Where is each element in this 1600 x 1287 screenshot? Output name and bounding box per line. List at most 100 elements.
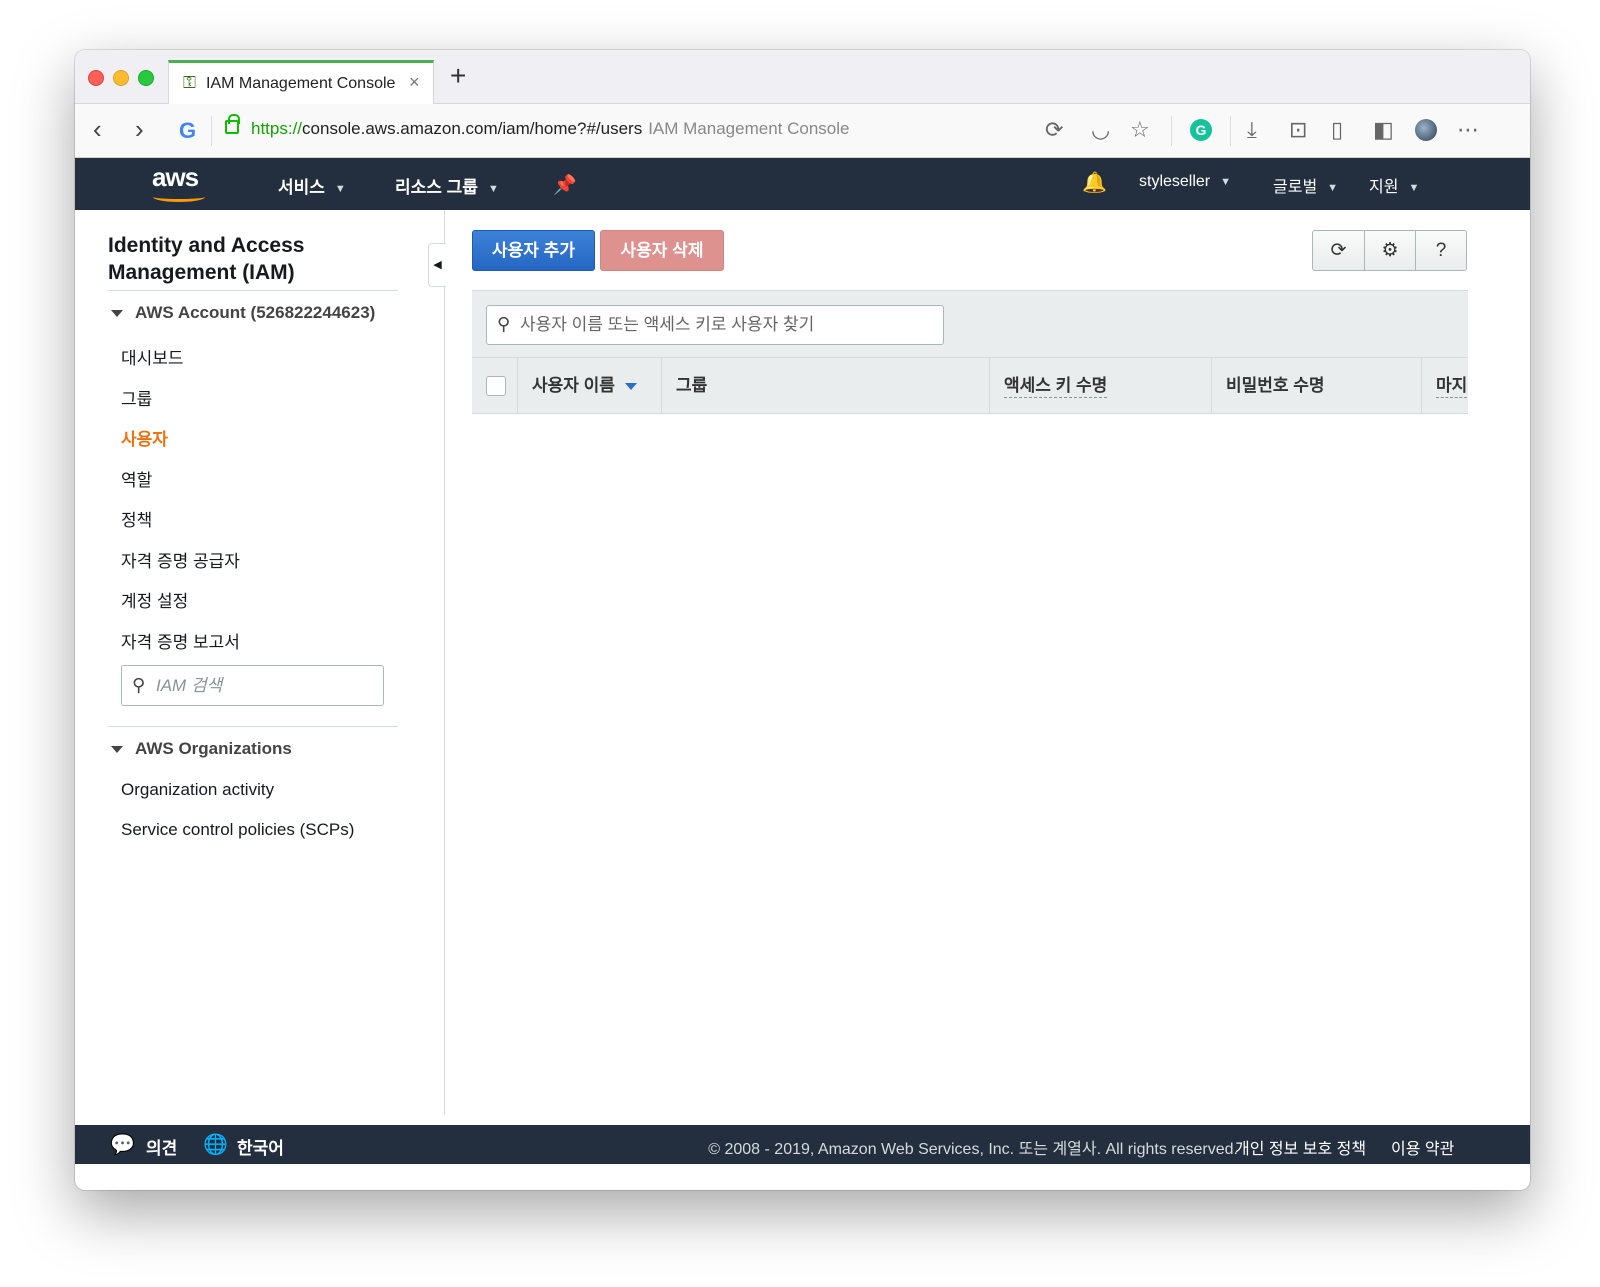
url-scheme: https:// [251,119,303,138]
pocket-icon[interactable]: ◡ [1091,118,1110,142]
aws-top-nav: aws 서비스 ▼ 리소스 그룹 ▼ 📌 🔔 styleseller ▼ 글로벌 ▼ 지… [75,158,1530,210]
language-selector[interactable]: 한국어 [237,1134,284,1159]
select-all-checkbox[interactable] [486,376,506,396]
back-icon[interactable]: ‹ [93,116,102,142]
table-header: 사용자 이름 그룹 액세스 키 수명 비밀번호 수명 마지 [472,357,1468,415]
select-all-cell [472,358,518,414]
services-label: 서비스 [278,178,325,197]
copyright-text: © 2008 - 2019, Amazon Web Services, Inc.… [708,1141,1238,1158]
sidebar-icon[interactable]: ◧ [1373,118,1394,142]
users-panel: 사용자 추가 사용자 삭제 ⟳ ⚙ ? ⚲ 사용자 이름 그룹 액세스 키 수 [446,210,1530,1115]
aws-logo[interactable]: aws [152,162,199,193]
new-tab-icon[interactable]: + [450,62,466,90]
column-user-name[interactable]: 사용자 이름 [518,358,662,414]
browser-window: ⚿ IAM Management Console × + ‹ › G https… [75,50,1530,1190]
chevron-down-icon: ▼ [334,182,346,195]
download-icon[interactable]: ⤓ [1247,118,1257,142]
privacy-policy-link[interactable]: 개인 정보 보호 정책 [1235,1135,1366,1159]
sidebar-item-account-settings[interactable]: 계정 설정 [121,587,188,612]
support-label: 지원 [1369,179,1399,196]
sidebar-item-organization-activity[interactable]: Organization activity [121,780,274,800]
globe-icon: 🌐 [203,1134,228,1156]
sidebar-item-roles[interactable]: 역할 [121,466,152,491]
feedback-link[interactable]: 의견 [146,1134,177,1159]
region-menu[interactable]: 글로벌 ▼ [1273,173,1338,197]
sidebar-title: Identity and Access Management (IAM) [108,234,305,284]
column-access-key-age[interactable]: 액세스 키 수명 [990,358,1212,414]
users-table: ⚲ 사용자 이름 그룹 액세스 키 수명 비밀번호 수명 마지 [472,290,1468,414]
account-label: styleseller [1139,173,1211,190]
iam-search-input[interactable] [156,666,381,705]
collapse-sidebar-button[interactable]: ◀ [428,243,446,287]
sidebar-item-groups[interactable]: 그룹 [121,385,152,410]
grammarly-icon[interactable]: G [1190,119,1212,141]
user-search-box: ⚲ [486,305,944,345]
console-footer: 💬 의견 🌐 한국어 © 2008 - 2019, Amazon Web Ser… [75,1125,1530,1164]
sort-desc-icon [624,383,637,391]
user-search-input[interactable] [520,306,940,344]
close-tab-icon[interactable]: × [409,72,420,93]
help-icon[interactable]: ? [1415,231,1466,270]
minimize-window-button[interactable] [113,70,129,86]
support-menu[interactable]: 지원 ▼ [1369,173,1419,197]
resource-groups-label: 리소스 그룹 [395,178,478,197]
profile-avatar[interactable] [1415,119,1437,141]
url-path: console.aws.amazon.com/iam/home?#/users [302,119,643,138]
reader-icon[interactable]: ▯ [1331,118,1343,142]
sidebar-item-policies[interactable]: 정책 [121,506,152,531]
close-window-button[interactable] [88,70,104,86]
gear-icon[interactable]: ⚙ [1364,231,1415,270]
chevron-down-icon: ▼ [1327,181,1339,194]
url-toolbar: ‹ › G https://console.aws.amazon.com/iam… [75,104,1530,158]
caret-down-icon [111,746,123,754]
add-user-button[interactable]: 사용자 추가 [472,230,595,271]
tab-title: IAM Management Console [206,75,396,92]
account-menu[interactable]: styleseller ▼ [1139,173,1231,191]
refresh-icon[interactable]: ⟳ [1313,231,1364,270]
search-icon: ⚲ [497,314,511,334]
services-menu[interactable]: 서비스 ▼ [278,173,346,198]
forward-icon[interactable]: › [135,116,144,142]
zoom-window-button[interactable] [138,70,154,86]
browser-tab[interactable]: ⚿ IAM Management Console × [168,60,434,104]
reload-icon[interactable]: ⟳ [1045,118,1063,142]
address-bar[interactable]: https://console.aws.amazon.com/iam/home?… [251,119,849,139]
delete-user-button[interactable]: 사용자 삭제 [600,230,724,271]
sidebar-item-credential-report[interactable]: 자격 증명 보고서 [121,628,240,653]
sidebar-item-users[interactable]: 사용자 [121,425,168,450]
divider [211,116,212,146]
google-icon[interactable]: G [179,118,196,144]
sidebar-item-scps[interactable]: Service control policies (SCPs) [121,820,354,840]
column-password-age[interactable]: 비밀번호 수명 [1212,358,1422,414]
aws-logo-smile [153,192,205,202]
resource-groups-menu[interactable]: 리소스 그룹 ▼ [395,173,499,198]
star-icon[interactable]: ☆ [1130,118,1150,142]
sidebar-item-dashboard[interactable]: 대시보드 [121,344,184,369]
more-icon[interactable]: ⋯ [1457,118,1479,142]
bell-icon[interactable]: 🔔 [1082,170,1107,195]
pin-icon[interactable]: 📌 [553,173,577,197]
divider [108,290,398,291]
terms-link[interactable]: 이용 약관 [1391,1135,1454,1159]
column-last-activity[interactable]: 마지 [1422,358,1468,414]
divider [108,726,398,727]
url-page-title: IAM Management Console [648,119,850,138]
caret-down-icon [111,310,123,318]
aws-organizations-label: AWS Organizations [135,739,292,758]
tab-bar: ⚿ IAM Management Console × + [75,50,1530,104]
aws-key-icon: ⚿ [183,73,196,92]
search-icon: ⚲ [132,675,146,695]
column-last-activity-label: 마지 [1436,376,1468,398]
sidebar-item-identity-providers[interactable]: 자격 증명 공급자 [121,547,240,572]
column-access-key-age-label: 액세스 키 수명 [1004,376,1108,398]
aws-account-label: AWS Account (526822244623) [135,303,376,322]
screenshot-icon[interactable]: ⊡ [1289,118,1307,142]
aws-organizations-section[interactable]: AWS Organizations [111,739,292,759]
chevron-down-icon: ▼ [1220,175,1232,188]
column-groups[interactable]: 그룹 [662,358,990,414]
chevron-down-icon: ▼ [1408,181,1420,194]
aws-account-section[interactable]: AWS Account (526822244623) [111,303,375,323]
feedback-icon: 💬 [110,1134,135,1156]
divider [1171,116,1172,146]
lock-icon[interactable] [225,114,240,134]
